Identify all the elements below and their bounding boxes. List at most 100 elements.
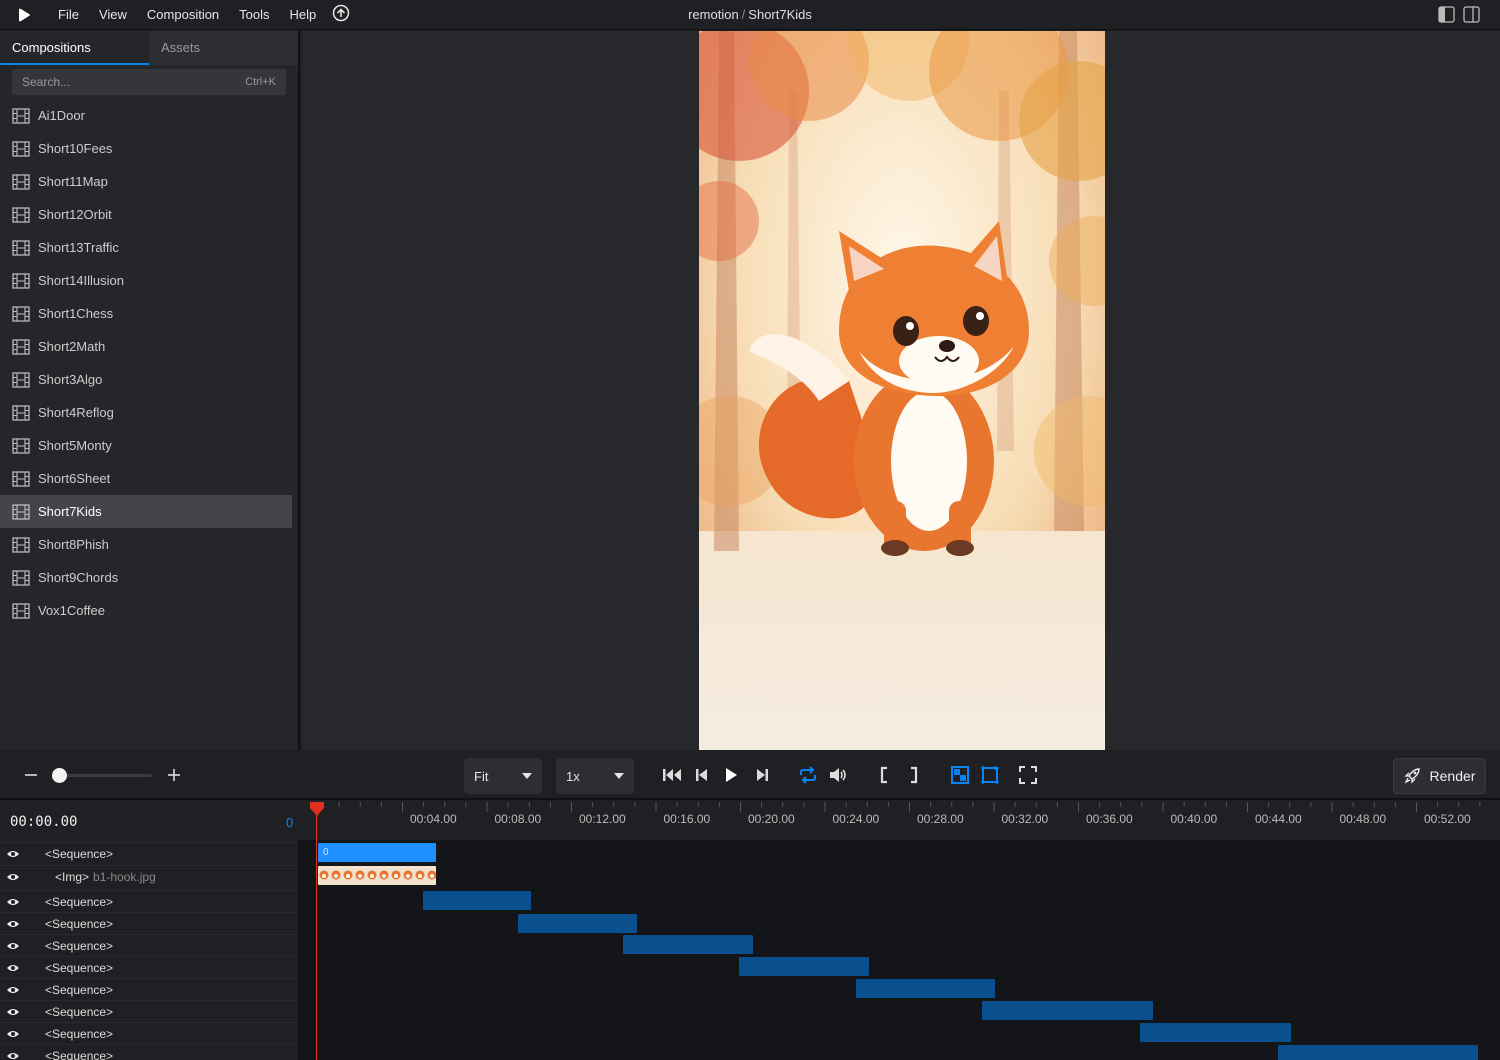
composition-item[interactable]: Vox1Coffee xyxy=(0,594,292,627)
composition-item[interactable]: Short5Monty xyxy=(0,429,292,462)
timeline-zoom-handle[interactable] xyxy=(52,768,67,783)
zoom-out-button[interactable] xyxy=(22,766,40,787)
menu-composition[interactable]: Composition xyxy=(137,7,229,22)
menu-tools[interactable]: Tools xyxy=(229,7,279,22)
sequence-clip[interactable] xyxy=(739,957,869,976)
remotion-logo-icon[interactable] xyxy=(14,5,34,25)
in-point-icon[interactable] xyxy=(874,765,894,785)
timeline-track-row[interactable]: <Sequence> xyxy=(0,842,298,864)
ruler-ticks xyxy=(317,802,1481,812)
player-controls: Fit 1x Render xyxy=(0,750,1500,800)
timeline-track-row[interactable]: <Sequence> xyxy=(0,1000,298,1022)
chevron-down-icon xyxy=(522,773,532,779)
timeline-track-row[interactable]: <Sequence> xyxy=(0,956,298,978)
sequence-clip[interactable] xyxy=(423,891,531,910)
search-input[interactable] xyxy=(22,75,222,89)
step-forward-button[interactable] xyxy=(752,765,772,785)
play-button[interactable] xyxy=(721,765,741,785)
sequence-clip[interactable] xyxy=(623,935,753,954)
composition-item[interactable]: Short4Reflog xyxy=(0,396,292,429)
ruler-time-label: 00:08.00 xyxy=(494,812,542,826)
eye-icon[interactable] xyxy=(0,919,26,929)
sequence-clip[interactable]: 0 xyxy=(318,843,436,862)
sequence-clip[interactable] xyxy=(518,914,637,933)
timeline-track-row[interactable]: <Sequence> xyxy=(0,934,298,956)
composition-item[interactable]: Short14Illusion xyxy=(0,264,292,297)
eye-icon[interactable] xyxy=(0,1007,26,1017)
playhead-handle[interactable] xyxy=(309,802,325,816)
volume-icon[interactable] xyxy=(828,765,848,785)
menu-help[interactable]: Help xyxy=(280,7,327,22)
timeline-track-row[interactable]: <Sequence> xyxy=(0,1044,298,1060)
title-project: remotion xyxy=(688,7,739,22)
zoom-in-button[interactable] xyxy=(165,766,183,787)
composition-item[interactable]: Short10Fees xyxy=(0,132,292,165)
timeline-track-row[interactable]: <Sequence> xyxy=(0,978,298,1000)
menu-view[interactable]: View xyxy=(89,7,137,22)
checkerboard-toggle-icon[interactable] xyxy=(950,765,970,785)
sequence-clip[interactable] xyxy=(856,979,995,998)
timeline-track-row[interactable]: <Sequence> xyxy=(0,1022,298,1044)
size-select[interactable]: Fit xyxy=(464,758,542,794)
eye-icon[interactable] xyxy=(0,897,26,907)
fullscreen-icon[interactable] xyxy=(1018,765,1038,785)
composition-item[interactable]: Short13Traffic xyxy=(0,231,292,264)
timeline-zoom-slider[interactable] xyxy=(52,774,152,777)
tab-compositions[interactable]: Compositions xyxy=(0,31,149,65)
track-element-type: <Sequence> xyxy=(45,1026,114,1041)
upgrade-arrow-icon[interactable] xyxy=(332,4,350,25)
frame-number: 0 xyxy=(286,815,294,830)
composition-item[interactable]: Short3Algo xyxy=(0,363,292,396)
film-strip-icon xyxy=(12,107,30,124)
composition-item[interactable]: Short6Sheet xyxy=(0,462,292,495)
eye-icon[interactable] xyxy=(0,941,26,951)
composition-item[interactable]: Short8Phish xyxy=(0,528,292,561)
eye-icon[interactable] xyxy=(0,985,26,995)
timeline-track-row[interactable]: <Img> b1-hook.jpg xyxy=(0,865,298,887)
eye-icon[interactable] xyxy=(0,1029,26,1039)
film-strip-icon xyxy=(12,239,30,256)
ruler-time-label: 00:28.00 xyxy=(917,812,964,826)
composition-item[interactable]: Ai1Door xyxy=(0,99,292,132)
film-strip-icon xyxy=(12,140,30,157)
eye-icon[interactable] xyxy=(0,963,26,973)
eye-icon[interactable] xyxy=(0,1051,26,1060)
loop-toggle-icon[interactable] xyxy=(798,765,818,785)
timeline-ruler[interactable]: 00:04.00 00:08.00 00:12.00 00:16.00 00:20.00… xyxy=(298,802,1500,840)
ruler-time-label: 00:04.00 xyxy=(410,812,457,826)
eye-icon[interactable] xyxy=(0,849,26,859)
menu-file[interactable]: File xyxy=(48,7,89,22)
composition-item[interactable]: Short12Orbit xyxy=(0,198,292,231)
step-back-button[interactable] xyxy=(692,765,712,785)
track-name: <Sequence> xyxy=(26,847,113,861)
safe-area-toggle-icon[interactable] xyxy=(980,765,1000,785)
toggle-right-panel-icon[interactable] xyxy=(1463,6,1480,26)
composition-item[interactable]: Short2Math xyxy=(0,330,292,363)
tab-assets[interactable]: Assets xyxy=(149,31,298,65)
sequence-clip[interactable] xyxy=(1140,1023,1291,1042)
menu-bar: File View Composition Tools Help remotio… xyxy=(0,0,1500,30)
timeline-track-row[interactable]: <Sequence> xyxy=(0,912,298,934)
toggle-left-panel-icon[interactable] xyxy=(1438,6,1455,26)
track-element-type: <Sequence> xyxy=(45,1004,114,1019)
render-button[interactable]: Render xyxy=(1393,758,1486,794)
image-clip[interactable] xyxy=(318,866,436,885)
composition-item[interactable]: Short1Chess xyxy=(0,297,292,330)
composition-item[interactable]: Short11Map xyxy=(0,165,292,198)
jump-to-start-button[interactable] xyxy=(662,765,682,785)
composition-item[interactable]: Short9Chords xyxy=(0,561,292,594)
search-box[interactable]: Ctrl+K xyxy=(12,69,286,95)
timeline-tracks-area[interactable]: 00:04.00 00:08.00 00:12.00 00:16.00 00:20.00… xyxy=(298,802,1500,1060)
timecode[interactable]: 00:00.00 xyxy=(10,814,77,830)
playback-rate-select[interactable]: 1x xyxy=(556,758,634,794)
sequence-clip[interactable] xyxy=(1278,1045,1478,1060)
ruler-time-label: 00:40.00 xyxy=(1170,812,1218,826)
composition-item[interactable]: Short7Kids xyxy=(0,495,292,528)
chevron-down-icon xyxy=(614,773,624,779)
eye-icon[interactable] xyxy=(0,872,26,882)
film-strip-icon xyxy=(12,503,30,520)
out-point-icon[interactable] xyxy=(904,765,924,785)
sequence-clip[interactable] xyxy=(982,1001,1153,1020)
timeline-track-row[interactable]: <Sequence> xyxy=(0,890,298,912)
composition-label: Short2Math xyxy=(38,339,106,354)
